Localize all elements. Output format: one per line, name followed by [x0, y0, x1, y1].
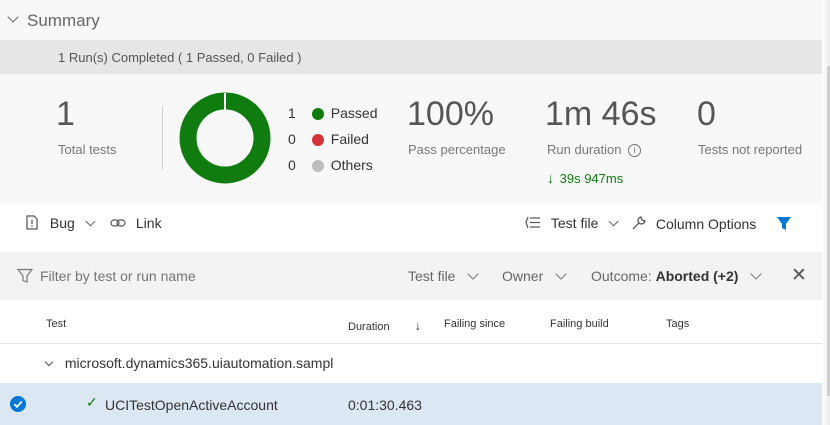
duration-cell: 0:01:30.463	[348, 397, 422, 413]
info-icon[interactable]: i	[628, 144, 642, 158]
test-name-cell[interactable]: UCITestOpenActiveAccount	[105, 397, 278, 413]
checkbox-checked-icon[interactable]	[10, 396, 26, 412]
group-by-test-file-button[interactable]: Test file	[525, 215, 619, 231]
test-file-filter-dropdown[interactable]: Test file	[408, 268, 480, 284]
link-icon	[110, 219, 126, 227]
bug-icon	[26, 215, 38, 230]
passed-dot-icon	[311, 108, 324, 121]
stats-panel	[0, 74, 822, 204]
legend-count: 0	[288, 131, 296, 147]
pass-percentage-label: Pass percentage	[408, 142, 506, 157]
legend-count: 0	[288, 157, 296, 173]
failed-dot-icon	[311, 134, 324, 147]
passed-check-icon: ✓	[86, 394, 98, 410]
run-duration-value: 1m 46s	[545, 95, 657, 133]
filter-input[interactable]	[40, 266, 370, 286]
bug-button[interactable]: Bug	[26, 215, 96, 231]
legend-label: Others	[330, 157, 373, 173]
column-header-duration-label: Duration	[348, 321, 390, 333]
duration-delta-text: 39s 947ms	[559, 171, 624, 186]
summary-header[interactable]	[0, 0, 822, 40]
owner-filter-dropdown[interactable]: Owner	[502, 268, 567, 284]
chevron-down-icon	[555, 268, 567, 280]
legend-label: Passed	[330, 105, 378, 121]
filter-icon	[17, 268, 33, 283]
outcome-filter-value: Aborted (+2)	[655, 268, 739, 284]
bug-label: Bug	[49, 215, 75, 231]
clear-filters-close-icon[interactable]: ✕	[791, 266, 807, 285]
run-duration-label-text: Run duration	[547, 142, 622, 157]
chevron-down-icon	[85, 216, 96, 227]
outcome-filter-dropdown[interactable]: Outcome: Aborted (+2)	[591, 268, 762, 284]
column-header-failing-since[interactable]: Failing since	[444, 318, 505, 330]
owner-filter-label: Owner	[502, 268, 544, 284]
not-reported-value: 0	[697, 95, 716, 133]
run-duration-label: Run duration i	[547, 142, 642, 158]
not-reported-label: Tests not reported	[698, 142, 803, 157]
total-tests-label: Total tests	[58, 142, 117, 157]
group-row-label: microsoft.dynamics365.uiautomation.sampl	[64, 355, 334, 371]
chevron-down-icon[interactable]	[44, 357, 54, 367]
column-options-button[interactable]: Column Options	[631, 215, 756, 232]
summary-title: Summary	[27, 11, 100, 30]
divider	[162, 106, 163, 170]
header-divider	[0, 343, 822, 344]
group-row[interactable]: microsoft.dynamics365.uiautomation.sampl	[44, 355, 334, 371]
link-button[interactable]: Link	[110, 215, 162, 231]
group-list-icon	[525, 216, 540, 229]
test-file-filter-label: Test file	[408, 268, 456, 284]
column-header-test[interactable]: Test	[46, 318, 66, 330]
outcome-donut-chart	[179, 92, 271, 184]
sort-descending-icon: ↓	[414, 318, 422, 333]
column-header-failing-build[interactable]: Failing build	[550, 318, 609, 330]
wrench-icon	[632, 216, 646, 230]
legend-others: 0 Others	[288, 157, 377, 183]
column-options-label: Column Options	[655, 216, 757, 232]
filter-funnel-icon[interactable]	[776, 216, 792, 232]
column-header-tags[interactable]: Tags	[666, 318, 689, 330]
pass-percentage-value: 100%	[407, 95, 494, 133]
chevron-down-icon	[467, 268, 480, 280]
legend-failed: 0 Failed	[288, 131, 377, 157]
link-label: Link	[135, 215, 162, 231]
column-header-duration[interactable]: Duration ↓	[348, 318, 421, 333]
chevron-down-icon	[608, 216, 619, 227]
others-dot-icon	[311, 160, 324, 173]
duration-delta: ↓ 39s 947ms	[547, 170, 623, 186]
outcome-filter-label: Outcome:	[591, 268, 652, 284]
donut-ring	[179, 92, 271, 184]
total-tests-value: 1	[56, 95, 75, 133]
chevron-down-icon	[750, 268, 762, 280]
arrow-down-icon: ↓	[547, 170, 554, 186]
legend: 1 Passed 0 Failed 0 Others	[288, 105, 377, 183]
legend-passed: 1 Passed	[288, 105, 377, 131]
legend-label: Failed	[330, 131, 369, 147]
runs-completed-text: 1 Run(s) Completed ( 1 Passed, 0 Failed …	[58, 50, 302, 65]
test-file-label: Test file	[550, 215, 599, 231]
legend-count: 1	[288, 105, 296, 121]
